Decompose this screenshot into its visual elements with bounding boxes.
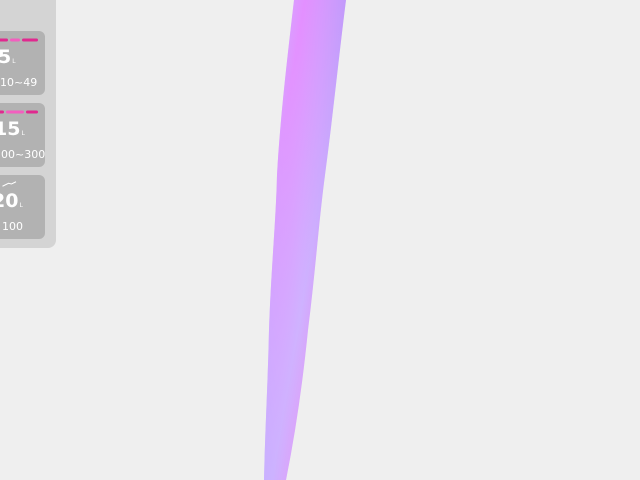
hud-card-1[interactable]: 5L 10~49 bbox=[0, 31, 45, 95]
hud-card-2-range: 100~300 bbox=[0, 148, 46, 161]
hud-card-2-value: 15 bbox=[0, 118, 21, 140]
hud-card-2[interactable]: 15L 100~300 bbox=[0, 103, 45, 167]
hud-card-3-unit: L bbox=[19, 202, 23, 209]
hud-card-3-value: 20 bbox=[0, 190, 19, 212]
hud-card-3[interactable]: 20L 100 bbox=[0, 175, 45, 239]
hud-card-2-unit: L bbox=[21, 130, 25, 137]
hud-card-1-value-wrap: 5L bbox=[0, 46, 16, 73]
gradient-tube bbox=[264, 0, 346, 480]
gradient-tube-shade bbox=[264, 0, 346, 480]
hud-card-3-coin-value: 100 bbox=[2, 220, 23, 233]
hud-card-2-value-wrap: 15L bbox=[0, 118, 25, 145]
hud-card-1-range: 10~49 bbox=[0, 76, 38, 89]
hud-card-1-value: 5 bbox=[0, 46, 12, 68]
hud-card-3-value-wrap: 20L bbox=[0, 190, 23, 217]
color-swatches-icon bbox=[0, 110, 38, 114]
trend-line-icon bbox=[2, 181, 17, 187]
left-hud-panel: E 5L 10~49 15L 100~300 bbox=[0, 0, 56, 248]
hud-card-3-coins: 100 bbox=[0, 220, 23, 233]
hud-card-1-unit: L bbox=[12, 58, 16, 65]
game-stage[interactable]: E 5L 10~49 15L 100~300 bbox=[0, 0, 640, 480]
color-swatches-icon bbox=[0, 38, 38, 42]
